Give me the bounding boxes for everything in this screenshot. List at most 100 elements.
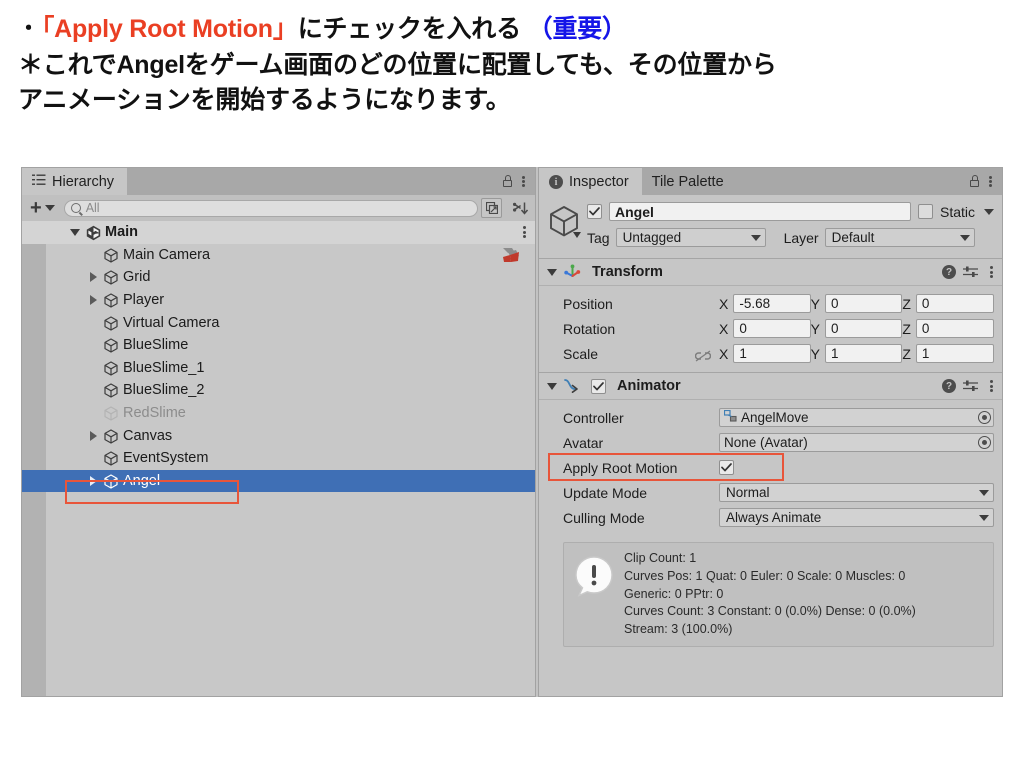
tab-hierarchy[interactable]: Hierarchy: [22, 168, 128, 195]
hierarchy-tree[interactable]: Main Main Camera Grid Player Virtual Camera B…: [22, 221, 535, 696]
transform-scale-x-input[interactable]: 1: [733, 344, 811, 363]
hierarchy-row-eventsystem[interactable]: EventSystem: [22, 447, 535, 470]
gameobject-enabled-checkbox[interactable]: [587, 204, 602, 219]
tab-tile-palette[interactable]: Tile Palette: [641, 168, 737, 195]
row-foldout-toggle[interactable]: [86, 295, 100, 306]
transform-position-y-input[interactable]: 0: [825, 294, 903, 313]
hierarchy-row-main[interactable]: Main: [22, 221, 535, 244]
transform-foldout-chevron-down-icon[interactable]: [547, 268, 557, 276]
layer-dropdown[interactable]: Default: [824, 228, 975, 247]
avatar-label: Avatar: [563, 434, 604, 451]
static-dropdown-chevron-down-icon[interactable]: [984, 208, 994, 215]
controller-label: Controller: [563, 409, 624, 426]
tab-inspector[interactable]: i Inspector: [539, 168, 642, 195]
transform-rotation-row: Rotation X 0 Y 0 Z 0: [547, 316, 995, 341]
transform-scale-z-input[interactable]: 1: [915, 344, 995, 363]
controller-object-picker-icon[interactable]: [978, 411, 991, 424]
avatar-object-picker-icon[interactable]: [978, 436, 991, 449]
transform-component-header[interactable]: Transform ?: [539, 258, 1002, 286]
animator-component-header[interactable]: Animator ?: [539, 372, 1002, 400]
transform-scale-label: Scale: [547, 346, 719, 362]
row-icon-wrap: [100, 361, 120, 376]
layer-label: Layer: [783, 229, 819, 246]
avatar-object-field[interactable]: None (Avatar): [719, 433, 994, 452]
row-icon-wrap: [100, 338, 120, 353]
hierarchy-row-angel[interactable]: Angel: [22, 469, 535, 493]
gameobject-cube-icon: [103, 248, 118, 263]
hierarchy-row-player[interactable]: Player: [22, 289, 535, 312]
tab-inspector-label: Inspector: [569, 174, 629, 190]
chevron-down-icon: [70, 228, 80, 236]
animator-info-helpbox: Clip Count: 1 Curves Pos: 1 Quat: 0 Euler…: [563, 542, 994, 647]
animator-menu-icon[interactable]: [990, 379, 994, 394]
preset-icon[interactable]: [963, 379, 978, 393]
inspector-menu-icon[interactable]: [989, 174, 993, 189]
slide-text-block: ・「Apply Root Motion」にチェックを入れる （重要） ＊これでA…: [0, 0, 1024, 155]
static-checkbox[interactable]: [917, 204, 933, 219]
hierarchy-panel: Hierarchy + All Main Main Camera Grid Pl…: [21, 167, 536, 697]
hierarchy-menu-icon[interactable]: [522, 174, 526, 189]
lock-icon[interactable]: [969, 175, 980, 188]
lock-icon[interactable]: [502, 175, 513, 188]
culling-mode-dropdown[interactable]: Always Animate: [719, 508, 994, 527]
preset-icon[interactable]: [963, 265, 978, 279]
gameobject-cube-icon: [103, 361, 118, 376]
inspector-tab-icons: [969, 168, 1002, 195]
inspector-panel: i Inspector Tile Palette Angel Static Ta…: [538, 167, 1003, 697]
row-foldout-toggle[interactable]: [68, 228, 82, 236]
transform-position-x-input[interactable]: -5.68: [733, 294, 811, 313]
row-icon-wrap: [100, 293, 120, 308]
hierarchy-row-blueslime-1[interactable]: BlueSlime_1: [22, 357, 535, 380]
apply-root-motion-checkbox[interactable]: [719, 460, 734, 475]
hierarchy-row-blueslime-2[interactable]: BlueSlime_2: [22, 379, 535, 402]
hierarchy-row-grid[interactable]: Grid: [22, 266, 535, 289]
hierarchy-row-virtual-camera[interactable]: Virtual Camera: [22, 311, 535, 334]
slide-line-1: ・「Apply Root Motion」にチェックを入れる （重要）: [18, 12, 1006, 48]
value: -5.68: [739, 296, 771, 311]
transform-rotation-x-input[interactable]: 0: [733, 319, 811, 338]
gameobject-name-row: Angel Static: [587, 202, 994, 221]
hierarchy-row-blueslime[interactable]: BlueSlime: [22, 334, 535, 357]
scale-constrain-toggle[interactable]: [694, 349, 712, 365]
tag-label: Tag: [587, 229, 610, 246]
hierarchy-row-label: RedSlime: [123, 405, 186, 422]
controller-object-field[interactable]: AngelMove: [719, 408, 994, 427]
search-input[interactable]: All: [63, 199, 478, 217]
row-icon-wrap: [100, 429, 120, 444]
culling-mode-chevron-down-icon: [979, 514, 989, 521]
axis-label-y: Y: [810, 320, 821, 337]
gameobject-name-input[interactable]: Angel: [609, 202, 911, 221]
slide-line-1-note: （重要）: [527, 15, 627, 43]
gameobject-cube-icon: [103, 338, 118, 353]
hierarchy-row-canvas[interactable]: Canvas: [22, 424, 535, 447]
transform-position-z-input[interactable]: 0: [915, 294, 995, 313]
animator-enabled-checkbox[interactable]: [591, 378, 606, 394]
help-icon[interactable]: ?: [942, 379, 956, 393]
chevron-right-icon: [89, 295, 97, 306]
transform-rotation-z-input[interactable]: 0: [915, 319, 995, 338]
hierarchy-row-main-camera[interactable]: Main Camera: [22, 244, 535, 267]
gameobject-icon-chevron-down-icon[interactable]: [573, 232, 581, 238]
transform-scale-y-input[interactable]: 1: [825, 344, 903, 363]
add-gameobject-button[interactable]: +: [26, 198, 61, 218]
row-foldout-toggle[interactable]: [86, 430, 100, 441]
help-icon[interactable]: ?: [942, 265, 956, 279]
row-foldout-toggle[interactable]: [86, 475, 100, 486]
sort-button[interactable]: [509, 199, 531, 217]
transform-position-y-cell: Y0: [811, 294, 903, 313]
animator-info-text: Clip Count: 1 Curves Pos: 1 Quat: 0 Euler…: [624, 550, 916, 639]
culling-mode-value: Always Animate: [726, 510, 822, 525]
row-foldout-toggle[interactable]: [86, 272, 100, 283]
row-icon-wrap: [100, 316, 120, 331]
transform-rotation-y-input[interactable]: 0: [825, 319, 903, 338]
update-mode-dropdown[interactable]: Normal: [719, 483, 994, 502]
tag-dropdown[interactable]: Untagged: [615, 228, 766, 247]
animator-foldout-chevron-down-icon[interactable]: [547, 382, 557, 390]
open-in-window-button[interactable]: [481, 198, 502, 218]
row-menu-icon[interactable]: [523, 225, 527, 240]
avatar-value: None (Avatar): [724, 435, 808, 450]
hierarchy-row-redslime[interactable]: RedSlime: [22, 402, 535, 425]
hierarchy-row-label: Main: [105, 224, 139, 241]
transform-menu-icon[interactable]: [990, 265, 994, 280]
animator-info-line: Generic: 0 PPtr: 0: [624, 586, 724, 601]
